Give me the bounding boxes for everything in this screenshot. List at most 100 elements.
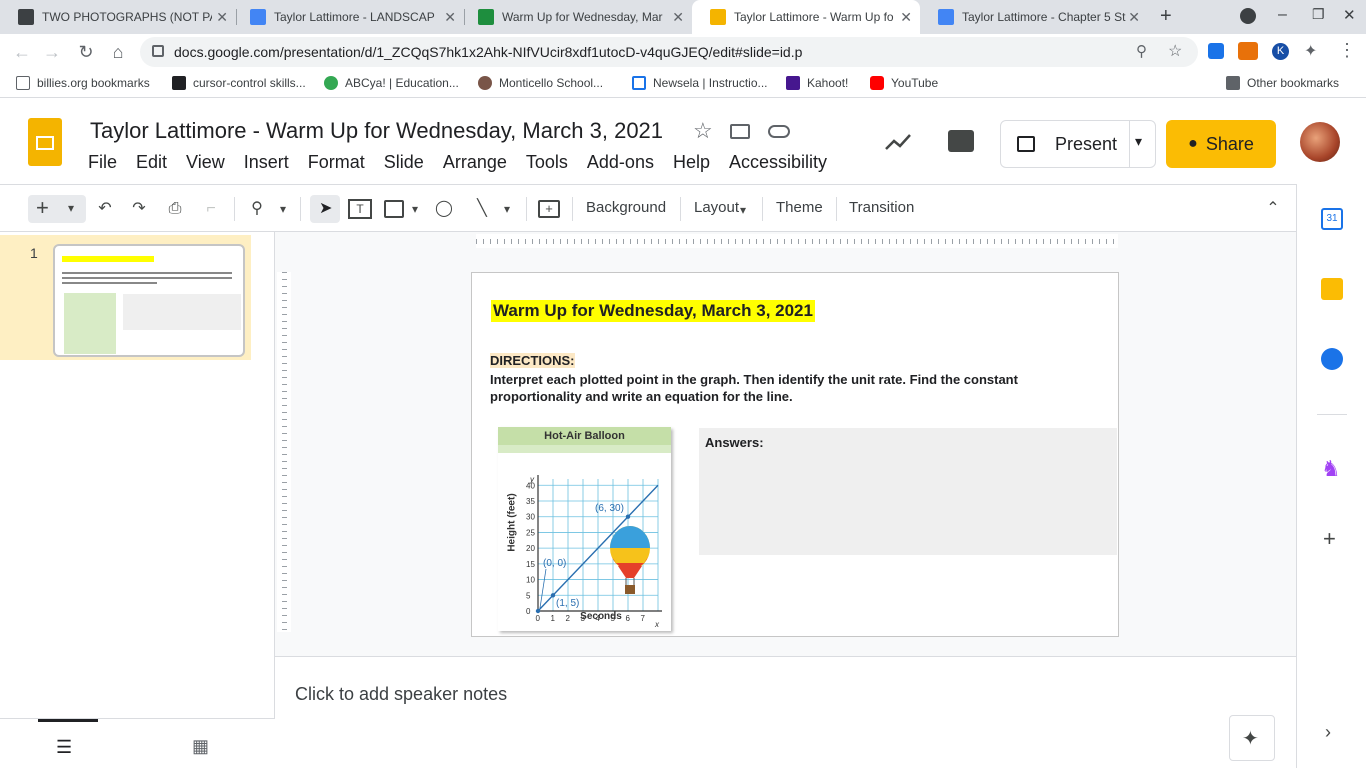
- document-title[interactable]: Taylor Lattimore - Warm Up for Wednesday…: [90, 118, 663, 144]
- browser-tab-5[interactable]: Taylor Lattimore - Chapter 5 St ✕: [920, 0, 1148, 34]
- share-button[interactable]: ● Share: [1166, 120, 1276, 168]
- menu-format[interactable]: Format: [308, 152, 365, 173]
- addon-icon[interactable]: ♞: [1321, 456, 1341, 482]
- other-bookmarks[interactable]: Other bookmarks: [1226, 76, 1339, 90]
- browser-tab-3[interactable]: Warm Up for Wednesday, Mar ✕: [460, 0, 692, 34]
- slide-thumbnail-selected[interactable]: 1: [0, 235, 251, 360]
- speaker-notes[interactable]: Click to add speaker notes ✦: [275, 656, 1296, 768]
- keep-icon[interactable]: [1321, 278, 1343, 300]
- home-icon[interactable]: ⌂: [106, 40, 130, 64]
- graph-image[interactable]: Hot-Air Balloon 0 1 2 3 4 5 6 7 0 5 10 15 20 25 30 35 40…: [498, 427, 671, 631]
- slide-canvas[interactable]: Warm Up for Wednesday, March 3, 2021 DIR…: [471, 272, 1119, 637]
- menu-addons[interactable]: Add-ons: [587, 152, 654, 173]
- print-icon[interactable]: ⎙: [164, 197, 186, 221]
- bookmark-item[interactable]: Monticello School...: [478, 76, 603, 90]
- avatar[interactable]: [1300, 122, 1340, 162]
- zoom-icon[interactable]: ⚲: [246, 197, 268, 221]
- directions-text[interactable]: Interpret each plotted point in the grap…: [490, 371, 1100, 405]
- add-icon[interactable]: +: [1323, 526, 1336, 552]
- horizontal-ruler[interactable]: [476, 234, 1118, 248]
- menu-view[interactable]: View: [186, 152, 225, 173]
- extension-new-icon[interactable]: [1238, 42, 1258, 60]
- chevron-down-icon[interactable]: ▾: [500, 197, 514, 221]
- menu-file[interactable]: File: [88, 152, 117, 173]
- cloud-saved-icon[interactable]: [768, 125, 790, 138]
- bookmark-item[interactable]: YouTube: [870, 76, 938, 90]
- answers-box[interactable]: Answers:: [699, 428, 1117, 555]
- redo-icon[interactable]: ↷: [128, 197, 150, 221]
- activity-trend-icon[interactable]: [884, 132, 912, 152]
- browser-tab-1[interactable]: TWO PHOTOGRAPHS (NOT PA ✕: [0, 0, 236, 34]
- restore-icon[interactable]: ❐: [1312, 6, 1325, 23]
- reload-icon[interactable]: ↻: [74, 40, 98, 64]
- slide-title[interactable]: Warm Up for Wednesday, March 3, 2021: [491, 300, 815, 322]
- kami-extension-icon[interactable]: K: [1272, 43, 1289, 60]
- select-tool-button[interactable]: ➤: [310, 195, 340, 223]
- undo-icon[interactable]: ↶: [94, 197, 116, 221]
- comments-icon[interactable]: [948, 130, 974, 152]
- menu-arrange[interactable]: Arrange: [443, 152, 507, 173]
- bookmark-item[interactable]: billies.org bookmarks: [16, 76, 150, 90]
- shape-icon[interactable]: ◯: [432, 197, 456, 221]
- close-icon[interactable]: ✕: [444, 9, 456, 26]
- minimize-icon[interactable]: –: [1278, 6, 1287, 24]
- browser-tab-4-active[interactable]: Taylor Lattimore - Warm Up fo ✕: [692, 0, 920, 34]
- chevron-down-icon[interactable]: ▾: [736, 198, 750, 222]
- vertical-ruler[interactable]: [277, 272, 291, 632]
- forward-icon[interactable]: →: [40, 40, 64, 64]
- menu-tools[interactable]: Tools: [526, 152, 568, 173]
- layout-button[interactable]: Layout: [694, 199, 739, 216]
- address-bar[interactable]: docs.google.com/presentation/d/1_ZCQqS7h…: [140, 37, 1198, 67]
- menu-slide[interactable]: Slide: [384, 152, 424, 173]
- chevron-down-icon[interactable]: ▾: [276, 197, 290, 221]
- more-vert-icon[interactable]: ⋮: [1338, 40, 1356, 61]
- filmstrip-view-icon[interactable]: ☰: [56, 737, 72, 758]
- insert-image-icon[interactable]: [384, 200, 404, 218]
- back-icon[interactable]: ←: [10, 40, 34, 64]
- text-box-icon[interactable]: T: [348, 199, 372, 219]
- line-icon[interactable]: ╲: [470, 197, 494, 221]
- menu-insert[interactable]: Insert: [244, 152, 289, 173]
- add-comment-icon[interactable]: +: [538, 200, 560, 218]
- close-window-icon[interactable]: ✕: [1343, 6, 1356, 24]
- extension-icon[interactable]: [1208, 43, 1224, 59]
- menu-help[interactable]: Help: [673, 152, 710, 173]
- new-slide-button[interactable]: + ▾: [28, 195, 86, 223]
- extensions-puzzle-icon[interactable]: ✦: [1304, 41, 1317, 61]
- directions-label[interactable]: DIRECTIONS:: [490, 353, 575, 368]
- speaker-notes-placeholder[interactable]: Click to add speaker notes: [295, 684, 507, 705]
- menu-accessibility[interactable]: Accessibility: [729, 152, 827, 173]
- tasks-icon[interactable]: [1321, 348, 1343, 370]
- move-folder-icon[interactable]: [730, 124, 750, 139]
- close-icon[interactable]: ✕: [900, 9, 912, 26]
- grid-view-icon[interactable]: ▦: [192, 736, 209, 757]
- close-icon[interactable]: ✕: [1128, 9, 1140, 26]
- chevron-down-icon[interactable]: ▾: [408, 197, 422, 221]
- bookmark-item[interactable]: Kahoot!: [786, 76, 848, 90]
- transition-button[interactable]: Transition: [849, 199, 914, 216]
- new-tab-icon[interactable]: +: [1160, 5, 1172, 28]
- slides-logo-icon[interactable]: [28, 118, 62, 166]
- calendar-icon[interactable]: 31: [1321, 208, 1343, 230]
- bookmark-star-icon[interactable]: ☆: [1168, 41, 1182, 61]
- bookmark-item[interactable]: cursor-control skills...: [172, 76, 306, 90]
- chevron-down-icon[interactable]: ▾: [1135, 133, 1142, 150]
- close-icon[interactable]: ✕: [216, 9, 228, 26]
- explore-button[interactable]: ✦: [1229, 715, 1275, 761]
- tab-search-icon[interactable]: [1240, 8, 1256, 24]
- menu-edit[interactable]: Edit: [136, 152, 167, 173]
- site-info-icon[interactable]: [152, 45, 164, 57]
- chevron-up-icon[interactable]: ⌃: [1262, 197, 1284, 221]
- theme-button[interactable]: Theme: [776, 199, 823, 216]
- background-button[interactable]: Background: [586, 199, 666, 216]
- paint-format-icon[interactable]: ⌐: [200, 197, 222, 221]
- browser-tab-2[interactable]: Taylor Lattimore - LANDSCAP ✕: [232, 0, 464, 34]
- slide-thumbnail[interactable]: [53, 244, 245, 357]
- bookmark-item[interactable]: ABCya! | Education...: [324, 76, 459, 90]
- close-icon[interactable]: ✕: [672, 9, 684, 26]
- zoom-icon[interactable]: ⚲: [1136, 42, 1147, 60]
- chevron-right-icon[interactable]: ›: [1325, 722, 1331, 743]
- star-icon[interactable]: ☆: [693, 118, 713, 144]
- present-button[interactable]: Present ▾: [1000, 120, 1156, 168]
- bookmark-item[interactable]: Newsela | Instructio...: [632, 76, 768, 90]
